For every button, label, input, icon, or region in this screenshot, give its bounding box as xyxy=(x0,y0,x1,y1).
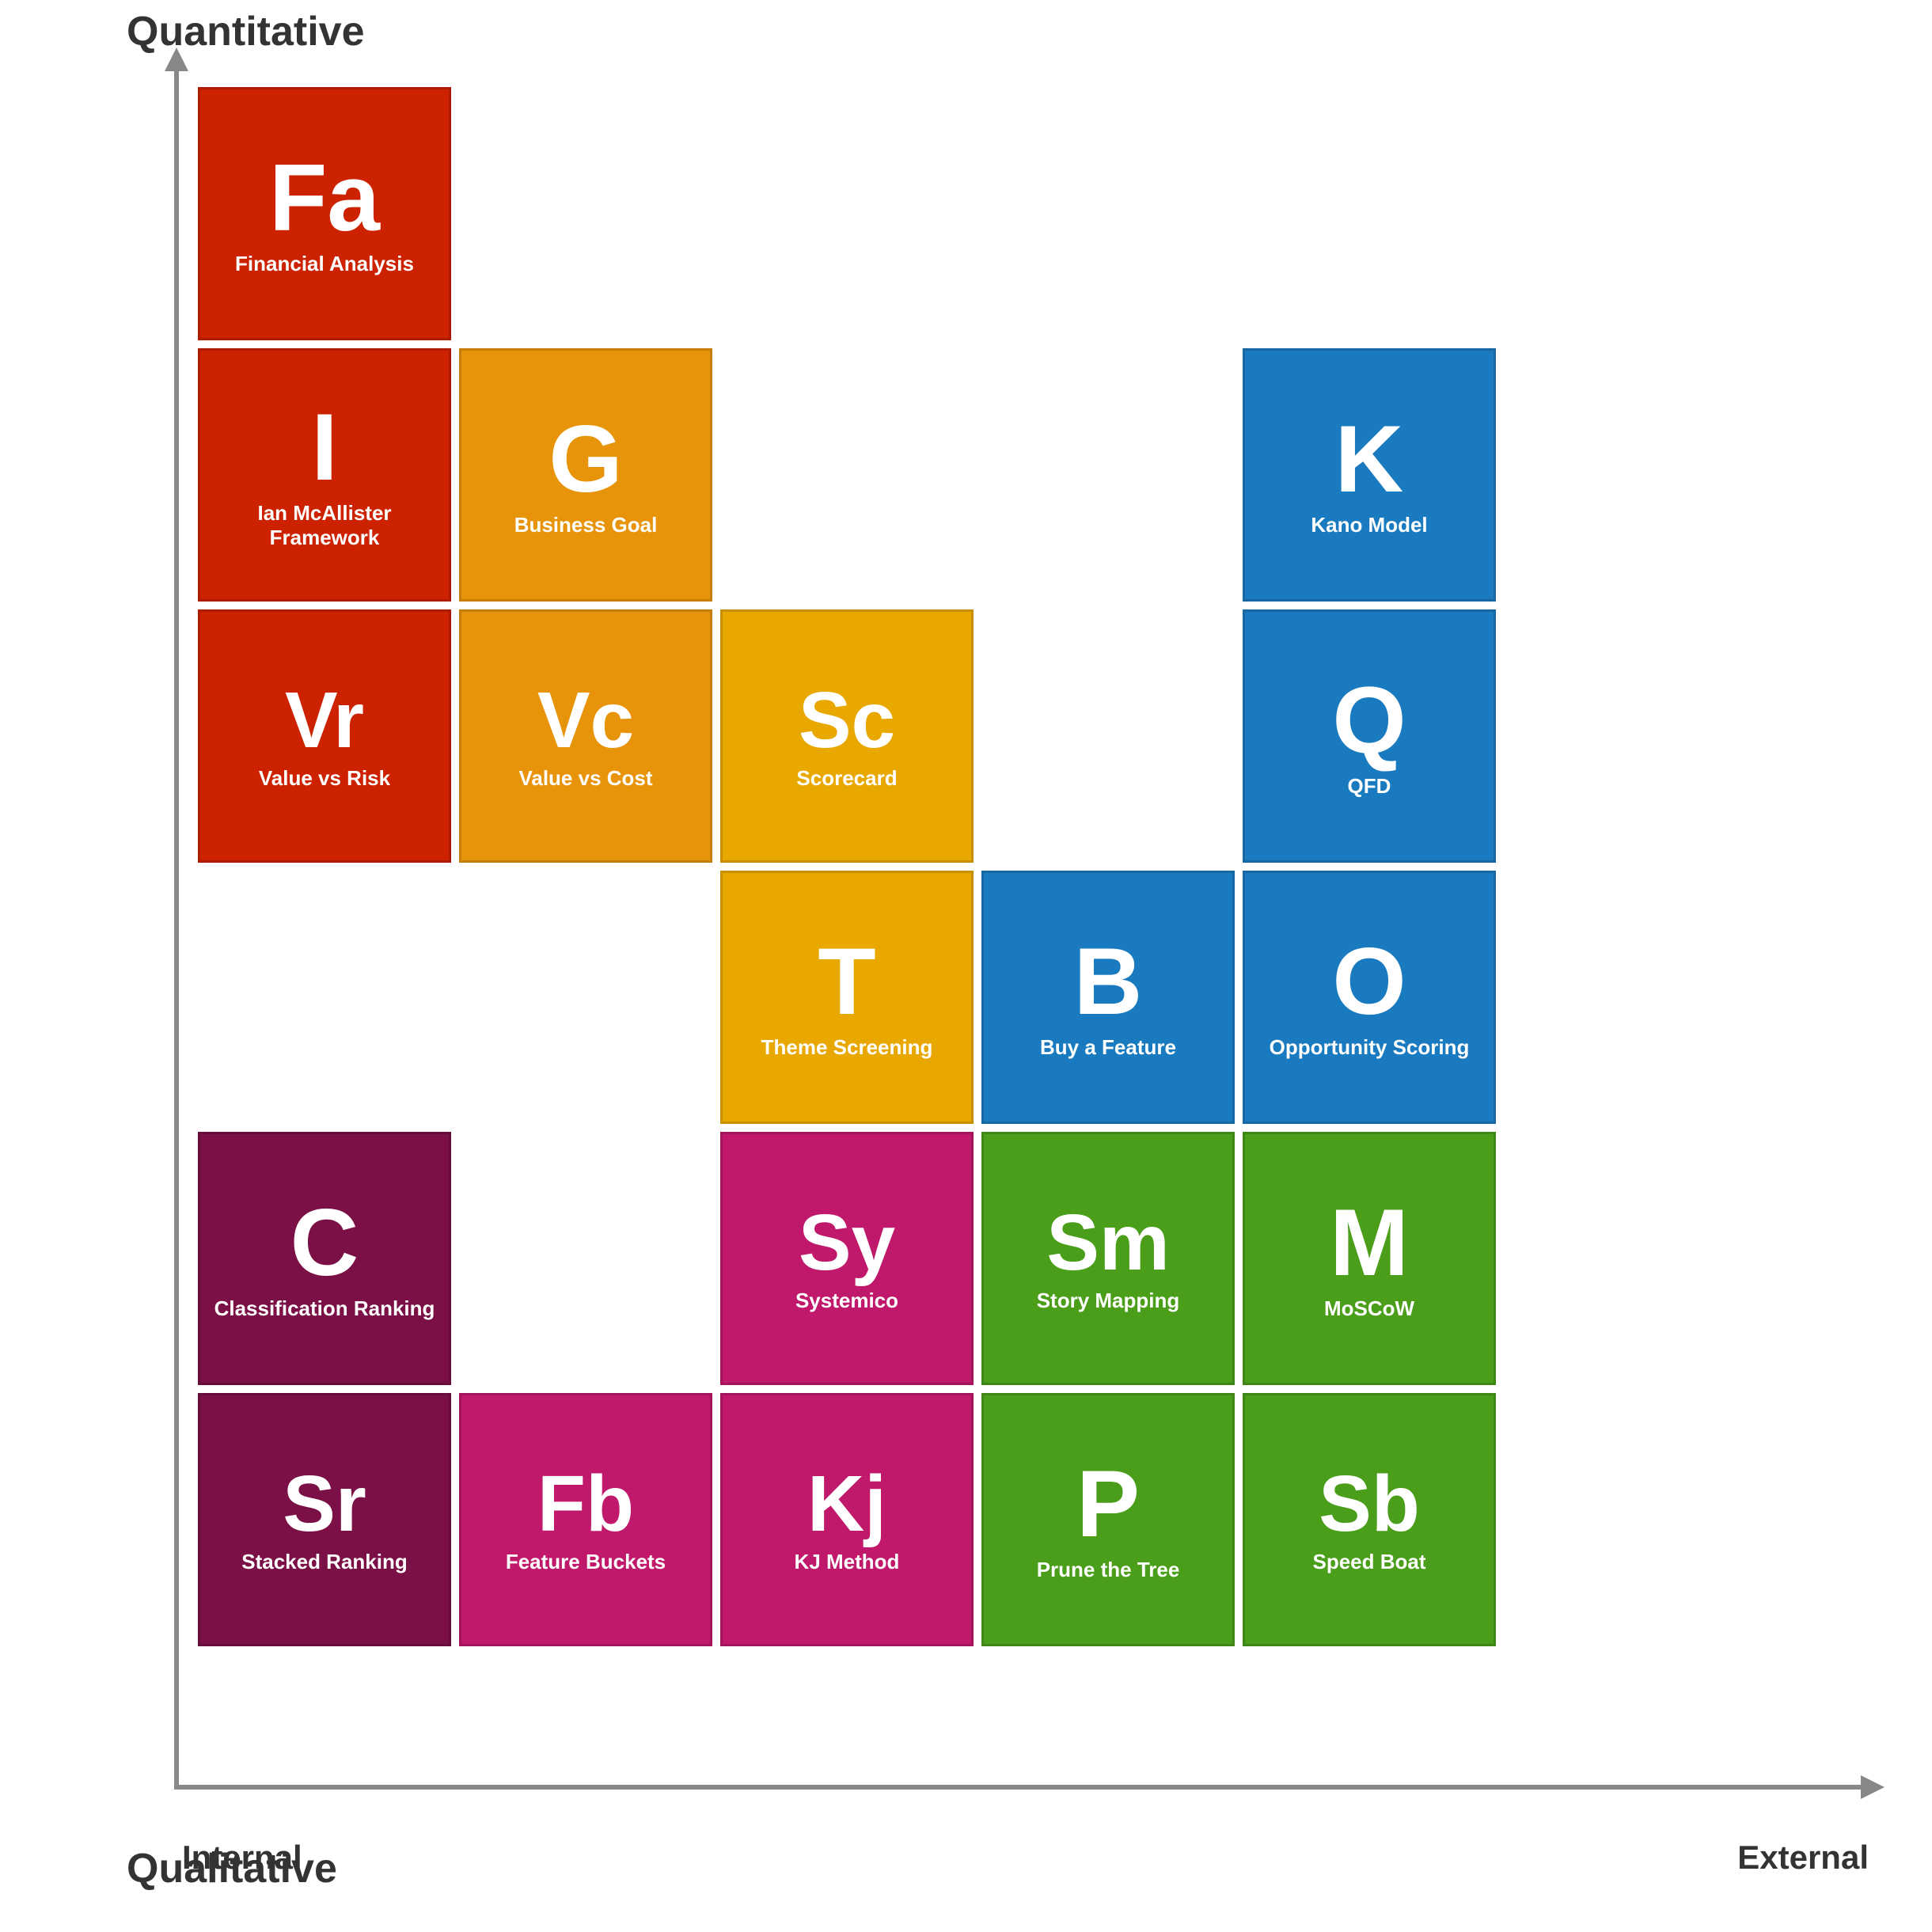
card-m[interactable]: M MoSCoW xyxy=(1243,1132,1496,1385)
card-abbr-p: P xyxy=(1076,1456,1140,1551)
card-kj[interactable]: Kj KJ Method xyxy=(720,1393,974,1646)
card-abbr-o: O xyxy=(1332,934,1406,1029)
card-name-fa: Financial Analysis xyxy=(226,252,423,276)
card-fa[interactable]: Fa Financial Analysis xyxy=(198,87,451,340)
card-name-o: Opportunity Scoring xyxy=(1260,1035,1479,1060)
card-name-vr: Value vs Risk xyxy=(249,766,400,791)
card-abbr-q: Q xyxy=(1332,673,1406,768)
card-name-g: Business Goal xyxy=(505,513,667,537)
card-name-i: Ian McAllister Framework xyxy=(200,501,449,550)
label-internal: Internal xyxy=(182,1839,302,1877)
card-name-t: Theme Screening xyxy=(752,1035,943,1060)
card-abbr-fa: Fa xyxy=(269,150,380,245)
card-name-sb: Speed Boat xyxy=(1303,1550,1435,1574)
card-name-sy: Systemico xyxy=(786,1289,908,1313)
card-abbr-kj: Kj xyxy=(807,1464,886,1543)
card-q[interactable]: Q QFD xyxy=(1243,609,1496,863)
card-name-vc: Value vs Cost xyxy=(509,766,662,791)
card-sc[interactable]: Sc Scorecard xyxy=(720,609,974,863)
card-abbr-sm: Sm xyxy=(1046,1203,1170,1282)
card-name-b: Buy a Feature xyxy=(1031,1035,1186,1060)
card-abbr-sy: Sy xyxy=(799,1203,895,1282)
card-abbr-sc: Sc xyxy=(799,681,895,760)
card-abbr-c: C xyxy=(290,1195,359,1290)
card-name-fb: Feature Buckets xyxy=(496,1550,675,1574)
card-abbr-k: K xyxy=(1335,412,1404,507)
card-b[interactable]: B Buy a Feature xyxy=(981,871,1235,1124)
card-sy[interactable]: Sy Systemico xyxy=(720,1132,974,1385)
card-vc[interactable]: Vc Value vs Cost xyxy=(459,609,712,863)
card-sm[interactable]: Sm Story Mapping xyxy=(981,1132,1235,1385)
card-sr[interactable]: Sr Stacked Ranking xyxy=(198,1393,451,1646)
card-name-c: Classification Ranking xyxy=(205,1296,445,1321)
card-o[interactable]: O Opportunity Scoring xyxy=(1243,871,1496,1124)
card-abbr-g: G xyxy=(548,412,622,507)
card-name-p: Prune the Tree xyxy=(1027,1558,1190,1582)
x-axis xyxy=(174,1785,1869,1790)
card-c[interactable]: C Classification Ranking xyxy=(198,1132,451,1385)
card-abbr-vc: Vc xyxy=(537,681,634,760)
chart-area: Quantitative Qualitative Internal Extern… xyxy=(95,63,1869,1790)
card-name-k: Kano Model xyxy=(1301,513,1437,537)
card-g[interactable]: G Business Goal xyxy=(459,348,712,602)
card-abbr-i: I xyxy=(311,400,337,495)
card-name-q: QFD xyxy=(1338,774,1401,799)
card-abbr-fb: Fb xyxy=(537,1464,634,1543)
cards-container: Fa Financial Analysis I Ian McAllister Fram… xyxy=(198,87,1869,1758)
card-name-sm: Story Mapping xyxy=(1027,1289,1190,1313)
card-name-kj: KJ Method xyxy=(785,1550,909,1574)
card-abbr-t: T xyxy=(818,934,875,1029)
card-abbr-b: B xyxy=(1074,934,1143,1029)
card-name-m: MoSCoW xyxy=(1315,1296,1424,1321)
card-p[interactable]: P Prune the Tree xyxy=(981,1393,1235,1646)
card-abbr-sb: Sb xyxy=(1319,1464,1420,1543)
card-sb[interactable]: Sb Speed Boat xyxy=(1243,1393,1496,1646)
label-external: External xyxy=(1737,1839,1869,1877)
card-vr[interactable]: Vr Value vs Risk xyxy=(198,609,451,863)
card-i[interactable]: I Ian McAllister Framework xyxy=(198,348,451,602)
label-quantitative: Quantitative xyxy=(127,8,365,55)
card-t[interactable]: T Theme Screening xyxy=(720,871,974,1124)
card-name-sc: Scorecard xyxy=(787,766,906,791)
card-abbr-vr: Vr xyxy=(285,681,364,760)
card-fb[interactable]: Fb Feature Buckets xyxy=(459,1393,712,1646)
card-name-sr: Stacked Ranking xyxy=(232,1550,417,1574)
y-axis xyxy=(174,63,179,1790)
card-abbr-m: M xyxy=(1330,1195,1409,1290)
card-k[interactable]: K Kano Model xyxy=(1243,348,1496,602)
card-abbr-sr: Sr xyxy=(283,1464,366,1543)
